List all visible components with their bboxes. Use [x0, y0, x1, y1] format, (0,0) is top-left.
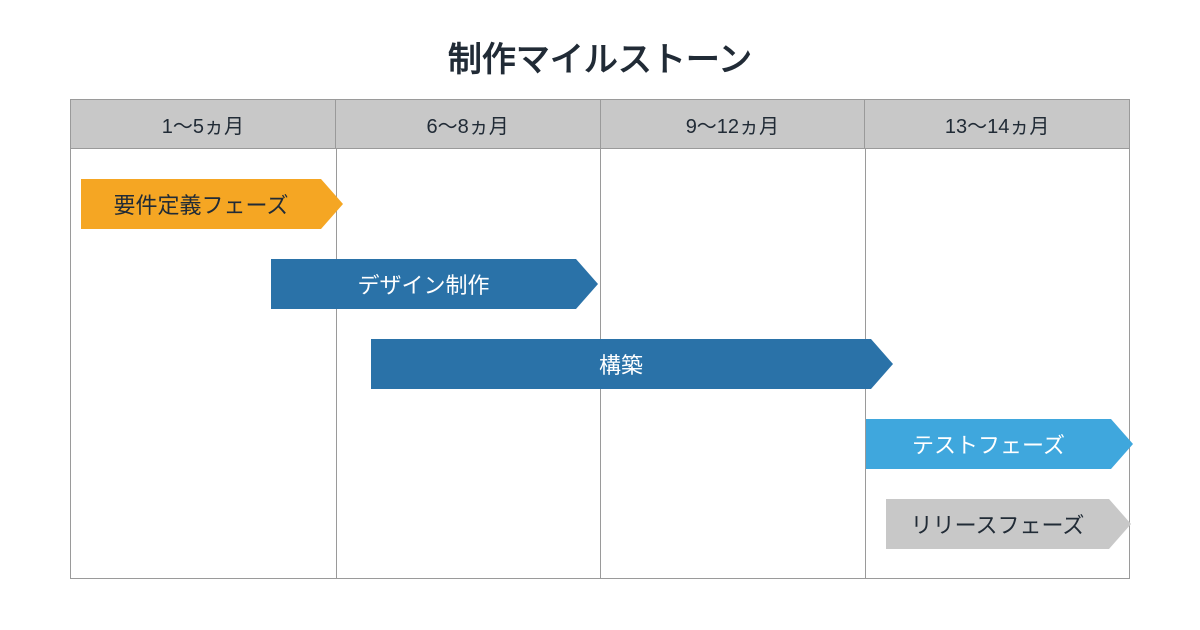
- col-header-3: 13～14ヵ月: [865, 99, 1130, 149]
- timeline-header: 1～5ヵ月 6～8ヵ月 9～12ヵ月 13～14ヵ月: [70, 99, 1130, 149]
- bar-design: デザイン制作: [271, 259, 576, 309]
- bar-release: リリースフェーズ: [886, 499, 1109, 549]
- bar-build: 構築: [371, 339, 871, 389]
- gantt-body: 要件定義フェーズ デザイン制作 構築 テストフェーズ リリースフェーズ: [70, 149, 1130, 579]
- col-header-0: 1～5ヵ月: [70, 99, 336, 149]
- col-header-2: 9～12ヵ月: [601, 99, 866, 149]
- bar-test: テストフェーズ: [866, 419, 1111, 469]
- col-header-1: 6～8ヵ月: [336, 99, 601, 149]
- bar-label: リリースフェーズ: [911, 508, 1085, 540]
- bar-label: テストフェーズ: [912, 428, 1065, 460]
- bar-requirements: 要件定義フェーズ: [81, 179, 321, 229]
- page-title: 制作マイルストーン: [0, 0, 1200, 99]
- bar-label: 構築: [599, 348, 643, 380]
- gantt-chart: 1～5ヵ月 6～8ヵ月 9～12ヵ月 13～14ヵ月 要件定義フェーズ デザイン…: [70, 99, 1130, 579]
- bar-label: デザイン制作: [357, 268, 489, 300]
- bar-label: 要件定義フェーズ: [114, 188, 289, 220]
